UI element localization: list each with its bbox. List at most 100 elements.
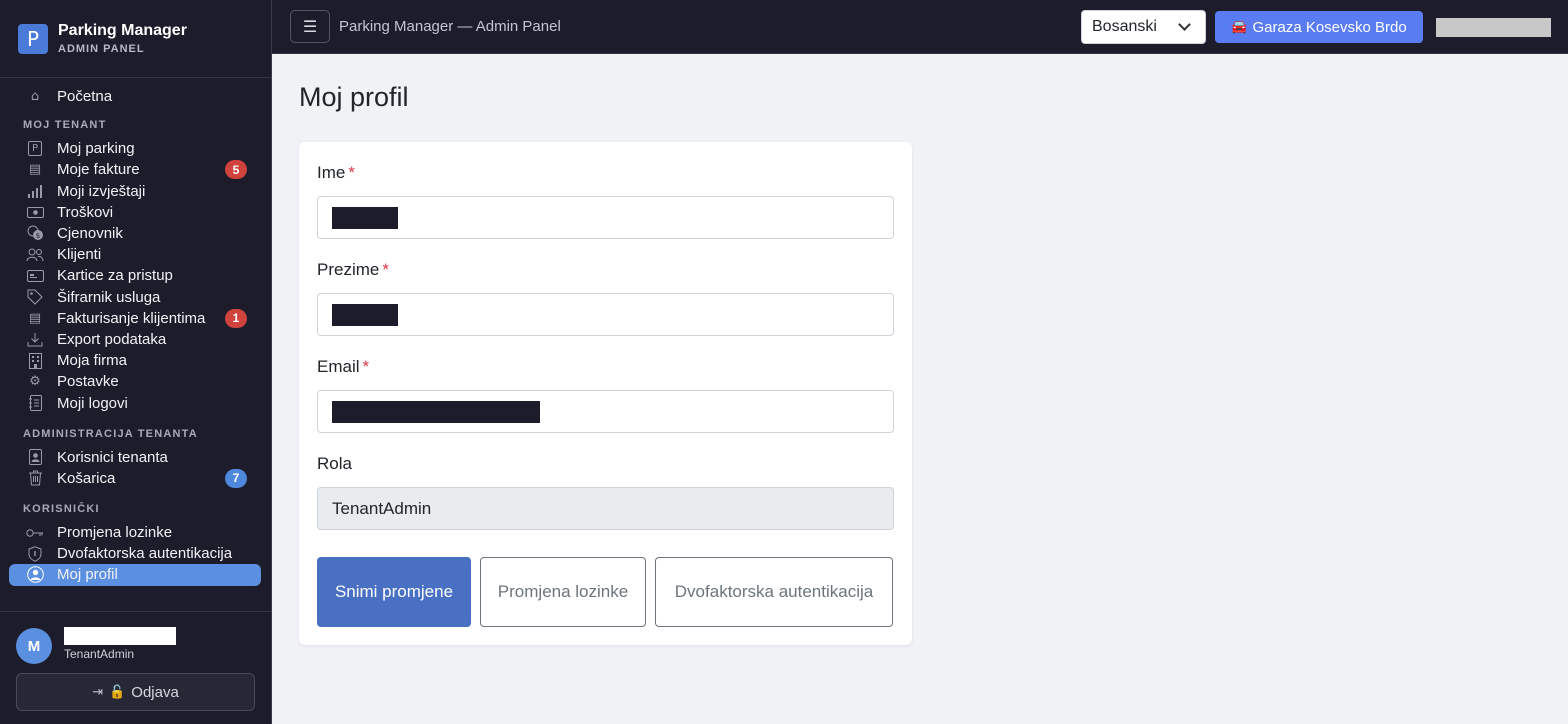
coins-icon: $ <box>26 225 44 242</box>
brand[interactable]: P Parking Manager ADMIN PANEL <box>0 0 271 78</box>
sidebar-item-label: Košarica <box>57 469 116 487</box>
trash-icon <box>26 470 44 487</box>
first-name-redacted <box>332 207 398 229</box>
lock-icon: 🔓 <box>109 684 126 700</box>
shield-icon <box>26 545 44 562</box>
sidebar-item-label: Troškovi <box>57 203 114 221</box>
sidebar-item-logs[interactable]: Moji logovi <box>0 392 271 413</box>
sidebar-item-label: Cjenovnik <box>57 225 123 243</box>
svg-text:$: $ <box>35 232 39 240</box>
gear-icon: ⚙ <box>29 374 41 390</box>
logout-icon: ⇥ <box>92 684 104 700</box>
top-bar: ☰ Parking Manager — Admin Panel Bosanski… <box>272 0 1568 54</box>
last-name-redacted <box>332 304 398 326</box>
sidebar-item-tenant-users[interactable]: Korisnici tenanta <box>0 447 271 468</box>
sidebar-item-label: Moja firma <box>57 352 128 370</box>
required-mark: * <box>382 260 389 279</box>
sidebar-item-label: Moje fakture <box>57 161 140 179</box>
sidebar-item-clients[interactable]: Klijenti <box>0 244 271 265</box>
building-icon <box>26 352 44 369</box>
card-icon <box>26 267 44 284</box>
hamburger-icon: ☰ <box>302 17 318 36</box>
user-name-redacted <box>64 627 176 645</box>
brand-logo: P <box>18 23 48 54</box>
last-name-label: Prezime * <box>317 260 389 279</box>
language-select[interactable]: Bosanski <box>1081 10 1206 44</box>
sidebar-footer: M TenantAdmin ⇥ 🔓 Odjava <box>0 611 271 724</box>
sidebar-item-pricelist[interactable]: $ Cjenovnik <box>0 223 271 244</box>
garage-label: Garaza Kosevsko Brdo <box>1252 18 1407 36</box>
garage-icon: 🚘 <box>1231 19 1248 35</box>
section-title-tenant: MOJ TENANT <box>23 119 107 132</box>
sidebar-item-label: Moji logovi <box>57 394 128 412</box>
invoices-badge: 5 <box>225 160 247 180</box>
brand-title: Parking Manager <box>58 21 187 39</box>
home-icon: ⌂ <box>30 89 40 104</box>
required-mark: * <box>362 357 370 376</box>
role-label: Rola <box>317 454 352 473</box>
sidebar: P Parking Manager ADMIN PANEL ⌂ Početna … <box>0 0 272 724</box>
sidebar-item-label: Moj parking <box>57 140 135 158</box>
first-name-label: Ime * <box>317 163 355 182</box>
sidebar-item-two-factor[interactable]: Dvofaktorska autentikacija <box>0 543 271 564</box>
logout-label: Odjava <box>131 683 179 701</box>
language-selected: Bosanski <box>1092 18 1157 35</box>
sidebar-item-reports[interactable]: Moji izvještaji <box>0 181 271 202</box>
sidebar-item-label: Moji izvještaji <box>57 182 146 200</box>
sidebar-item-label: Promjena lozinke <box>57 524 173 542</box>
role-field: TenantAdmin <box>317 487 894 530</box>
person-badge-icon <box>26 449 44 466</box>
section-title-user: KORISNIČKI <box>23 503 100 515</box>
tag-icon <box>26 289 44 306</box>
download-icon <box>26 331 44 348</box>
save-button[interactable]: Snimi promjene <box>317 557 471 627</box>
sidebar-item-label: Dvofaktorska autentikacija <box>57 545 233 563</box>
menu-toggle-button[interactable]: ☰ <box>290 10 330 43</box>
first-name-field[interactable] <box>317 196 894 239</box>
sidebar-item-costs[interactable]: Troškovi <box>0 202 271 223</box>
receipt-icon: ▤ <box>28 310 42 326</box>
sidebar-item-label: Šifrarnik usluga <box>57 288 161 306</box>
sidebar-item-trash[interactable]: Košarica 7 <box>0 468 271 489</box>
last-name-field[interactable] <box>317 293 894 336</box>
sidebar-item-invoices[interactable]: ▤ Moje fakture 5 <box>0 159 271 180</box>
avatar[interactable]: M <box>16 628 52 664</box>
parking-icon: P <box>26 140 44 157</box>
header-user-redacted[interactable] <box>1436 18 1551 37</box>
sidebar-item-my-profile[interactable]: Moj profil <box>9 564 261 586</box>
user-role: TenantAdmin <box>64 647 135 661</box>
sidebar-item-change-password[interactable]: Promjena lozinke <box>0 522 271 543</box>
sidebar-item-home[interactable]: ⌂ Početna <box>0 86 271 107</box>
sidebar-item-label: Kartice za pristup <box>57 267 173 285</box>
profile-card: Ime * Prezime * Email * Rola TenantAdmin Sn… <box>299 142 912 645</box>
header-title: Parking Manager — Admin Panel <box>339 18 561 35</box>
sidebar-item-label: Početna <box>57 88 113 106</box>
section-title-admin: ADMINISTRACIJA TENANTA <box>23 427 198 440</box>
sidebar-item-parking[interactable]: P Moj parking <box>0 138 271 159</box>
required-mark: * <box>348 163 355 182</box>
sidebar-item-export[interactable]: Export podataka <box>0 329 271 350</box>
change-password-button[interactable]: Promjena lozinke <box>480 557 646 627</box>
sidebar-item-label: Fakturisanje klijentima <box>57 309 206 327</box>
trash-badge: 7 <box>225 468 247 488</box>
journal-icon <box>26 394 44 411</box>
garage-button[interactable]: 🚘 Garaza Kosevsko Brdo <box>1215 11 1423 43</box>
sidebar-item-label: Klijenti <box>57 246 102 264</box>
sidebar-item-settings[interactable]: ⚙ Postavke <box>0 371 271 392</box>
logout-button[interactable]: ⇥ 🔓 Odjava <box>16 673 255 711</box>
email-field[interactable] <box>317 390 894 433</box>
email-redacted <box>332 401 540 423</box>
sidebar-item-services[interactable]: Šifrarnik usluga <box>0 287 271 308</box>
two-factor-button[interactable]: Dvofaktorska autentikacija <box>655 557 893 627</box>
user-circle-icon <box>26 566 44 584</box>
sidebar-item-company[interactable]: Moja firma <box>0 350 271 371</box>
sidebar-item-access-cards[interactable]: Kartice za pristup <box>0 265 271 286</box>
email-label: Email * <box>317 357 370 376</box>
sidebar-item-label: Export podataka <box>57 330 167 348</box>
chevron-down-icon <box>1178 18 1191 31</box>
sidebar-item-label: Moj profil <box>57 566 118 584</box>
sidebar-item-label: Korisnici tenanta <box>57 448 168 466</box>
sidebar-item-client-invoicing[interactable]: ▤ Fakturisanje klijentima 1 <box>0 308 271 329</box>
brand-subtitle: ADMIN PANEL <box>58 42 145 55</box>
invoice-icon: ▤ <box>28 162 42 178</box>
